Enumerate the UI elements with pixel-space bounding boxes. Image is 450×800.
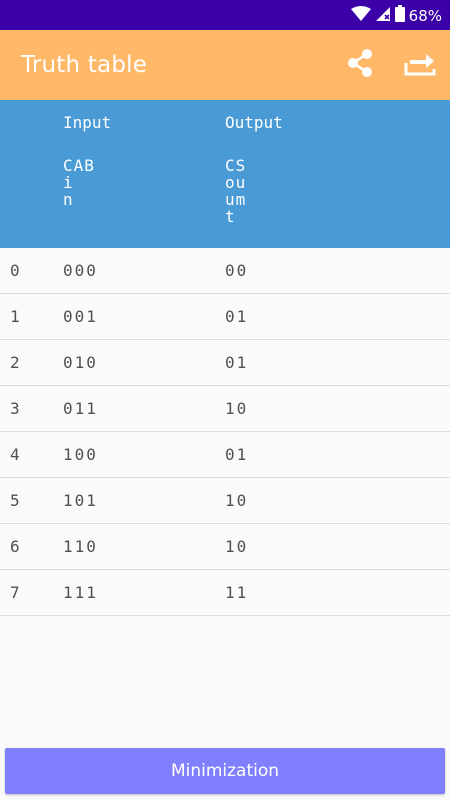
row-input: 110 (63, 537, 98, 556)
row-output: 10 (225, 399, 249, 418)
row-input: 010 (63, 353, 98, 372)
row-index: 7 (10, 583, 22, 602)
status-bar: 68% (0, 0, 450, 30)
export-button[interactable] (400, 45, 440, 85)
row-index: 5 (10, 491, 22, 510)
row-input: 011 (63, 399, 98, 418)
row-output: 01 (225, 445, 249, 464)
row-input: 111 (63, 583, 98, 602)
status-icons: 68% (350, 5, 442, 26)
row-input: 101 (63, 491, 98, 510)
row-index: 6 (10, 537, 22, 556)
table-row: 7 111 11 (0, 570, 450, 616)
row-output: 11 (225, 583, 249, 602)
page-title: Truth table (21, 52, 148, 78)
input-variables: CAB i n (63, 156, 95, 209)
table-row: 2 010 01 (0, 340, 450, 386)
app-bar: Truth table (0, 30, 450, 100)
row-index: 2 (10, 353, 22, 372)
input-header: Input (63, 113, 112, 132)
table-row: 3 011 10 (0, 386, 450, 432)
row-index: 4 (10, 445, 22, 464)
table-row: 1 001 01 (0, 294, 450, 340)
row-output: 00 (225, 261, 249, 280)
output-header: Output (225, 113, 283, 132)
row-index: 1 (10, 307, 22, 326)
signal-icon (375, 6, 391, 26)
table-row: 0 000 00 (0, 248, 450, 294)
battery-percent: 68% (408, 6, 442, 25)
table-header: Input Output CAB i n CS ou um t (0, 100, 450, 248)
row-output: 10 (225, 537, 249, 556)
output-variables: CS ou um t (225, 156, 247, 226)
row-index: 3 (10, 399, 22, 418)
share-icon (346, 48, 374, 83)
wifi-icon (350, 5, 371, 26)
export-icon (404, 49, 436, 82)
table-row: 4 100 01 (0, 432, 450, 478)
share-button[interactable] (340, 45, 380, 85)
row-input: 000 (63, 261, 98, 280)
row-input: 001 (63, 307, 98, 326)
row-output: 01 (225, 353, 249, 372)
truth-table: 0 000 00 1 001 01 2 010 01 3 011 10 4 10… (0, 248, 450, 616)
row-input: 100 (63, 445, 98, 464)
row-output: 10 (225, 491, 249, 510)
row-output: 01 (225, 307, 249, 326)
table-row: 5 101 10 (0, 478, 450, 524)
battery-icon (394, 5, 405, 26)
minimization-button[interactable]: Minimization (5, 748, 445, 794)
row-index: 0 (10, 261, 22, 280)
table-row: 6 110 10 (0, 524, 450, 570)
